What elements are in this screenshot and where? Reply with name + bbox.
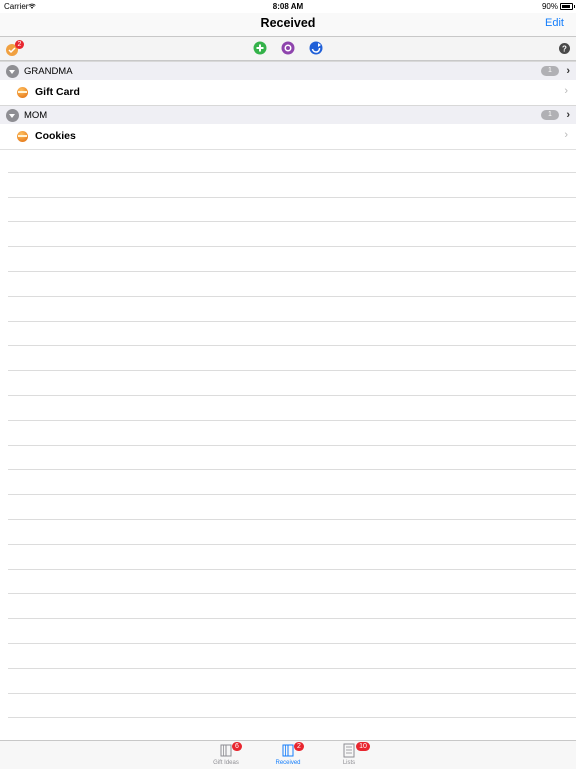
empty-row-divider <box>8 396 576 421</box>
empty-row-divider <box>8 594 576 620</box>
section-title: MOM <box>24 110 48 121</box>
toolbar: 2 ? <box>0 37 576 61</box>
tab-bar: 6 Gift Ideas 2 Received 10 Lists <box>0 740 576 769</box>
empty-row-divider <box>8 669 576 694</box>
empty-row-divider <box>8 272 576 297</box>
empty-row-divider <box>8 470 576 496</box>
tab-badge: 6 <box>232 742 242 751</box>
battery-icon <box>560 3 575 10</box>
gift-icon <box>17 87 28 98</box>
chevron-right-icon: › <box>564 129 568 141</box>
empty-row-divider <box>8 520 576 545</box>
tab-badge: 10 <box>356 742 370 751</box>
empty-list-area <box>8 148 576 744</box>
gift-ideas-icon <box>220 744 232 757</box>
collapse-icon[interactable] <box>6 109 19 122</box>
gift-icon <box>17 131 28 142</box>
tab-received[interactable]: 2 Received <box>258 741 318 769</box>
page-title: Received <box>260 16 316 30</box>
empty-row-divider <box>8 694 576 719</box>
add-icon[interactable] <box>253 41 267 55</box>
empty-row-divider <box>8 222 576 248</box>
tab-label: Received <box>275 760 301 766</box>
list-item-cookies[interactable]: Cookies › <box>0 124 576 150</box>
item-label: Gift Card <box>35 86 80 98</box>
clock: 8:08 AM <box>272 2 304 11</box>
empty-row-divider <box>8 545 576 570</box>
tab-label: Gift Ideas <box>213 760 239 766</box>
chevron-right-icon[interactable]: › <box>566 65 570 77</box>
empty-row-divider <box>8 148 576 173</box>
section-header-mom[interactable]: MOM 1 › <box>0 105 576 124</box>
refresh-icon[interactable] <box>309 41 323 55</box>
tab-label: Lists <box>342 760 356 766</box>
target-icon[interactable] <box>281 41 295 55</box>
empty-row-divider <box>8 247 576 272</box>
empty-row-divider <box>8 570 576 595</box>
empty-row-divider <box>8 619 576 644</box>
chevron-right-icon[interactable]: › <box>566 109 570 121</box>
empty-row-divider <box>8 198 576 223</box>
empty-row-divider <box>8 644 576 669</box>
empty-row-divider <box>8 446 576 471</box>
navigation-bar: Received Edit <box>0 13 576 37</box>
tab-gift-ideas[interactable]: 6 Gift Ideas <box>196 741 256 769</box>
svg-text:?: ? <box>562 44 567 53</box>
section-header-grandma[interactable]: GRANDMA 1 › <box>0 61 576 80</box>
tab-lists[interactable]: 10 Lists <box>319 741 379 769</box>
help-icon[interactable]: ? <box>559 43 570 54</box>
item-label: Cookies <box>35 130 76 142</box>
lists-icon <box>343 743 355 758</box>
empty-row-divider <box>8 371 576 396</box>
empty-row-divider <box>8 495 576 520</box>
app-gift-button[interactable]: 2 <box>5 40 24 57</box>
app-badge: 2 <box>15 40 24 49</box>
chevron-right-icon: › <box>564 85 568 97</box>
battery-percent: 90% <box>541 2 558 11</box>
empty-row-divider <box>8 421 576 446</box>
received-icon <box>282 744 294 757</box>
empty-row-divider <box>8 297 576 322</box>
collapse-icon[interactable] <box>6 65 19 78</box>
section-title: GRANDMA <box>24 66 73 77</box>
empty-row-divider <box>8 346 576 372</box>
section-count: 1 <box>541 110 559 120</box>
empty-row-divider <box>8 173 576 198</box>
edit-button[interactable]: Edit <box>545 17 564 29</box>
status-bar: Carrier 8:08 AM 90% <box>0 0 576 13</box>
empty-row-divider <box>8 322 576 347</box>
tab-badge: 2 <box>294 742 304 751</box>
section-count: 1 <box>541 66 559 76</box>
list-item-gift-card[interactable]: Gift Card › <box>0 80 576 106</box>
